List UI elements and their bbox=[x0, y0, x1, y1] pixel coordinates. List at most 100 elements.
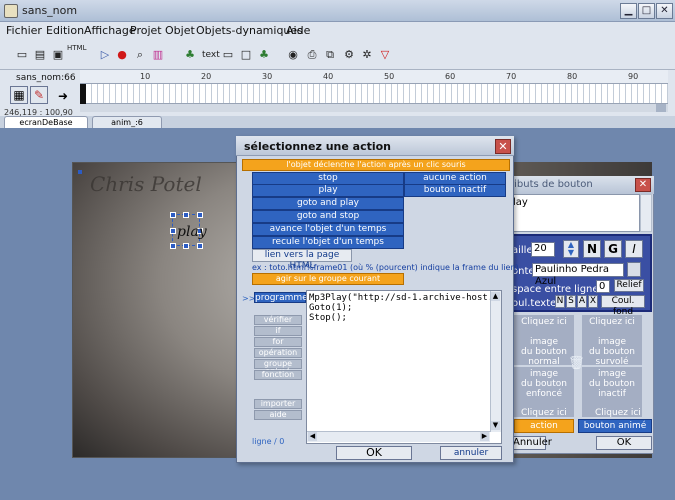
menu-projet[interactable]: Projet bbox=[130, 24, 162, 37]
code-horizontal-scrollbar[interactable] bbox=[307, 431, 490, 442]
tools-icon[interactable]: ✎ bbox=[30, 86, 48, 104]
size-stepper[interactable]: ▲ ▼ bbox=[563, 240, 579, 258]
open-folder-icon[interactable]: ▤ bbox=[32, 47, 48, 63]
tab-anim[interactable]: anim_:6 bbox=[92, 116, 162, 128]
settings-icon[interactable]: ✲ bbox=[359, 47, 375, 63]
zoom-icon[interactable]: ⌕ bbox=[132, 47, 148, 63]
color-s-button[interactable]: S bbox=[566, 295, 576, 308]
code-vertical-scrollbar[interactable] bbox=[490, 291, 501, 432]
program-button[interactable]: programmer bbox=[254, 292, 311, 303]
background-color-button[interactable]: Coul. fond bbox=[601, 295, 645, 317]
action-forward-frame-button[interactable]: avance l'objet d'un temps bbox=[252, 223, 404, 236]
dialog-cancel-button[interactable]: annuler bbox=[440, 446, 502, 460]
square-icon[interactable]: □ bbox=[238, 47, 254, 63]
if-button[interactable]: if bbox=[254, 326, 302, 336]
timeline-scrollbar[interactable] bbox=[80, 104, 668, 112]
ruler-number: 10 bbox=[140, 72, 151, 81]
group-action-bar[interactable]: agir sur le groupe courant bbox=[252, 273, 404, 285]
frames-icon[interactable]: ▦ bbox=[10, 86, 28, 104]
state-normal-l2: du bouton bbox=[521, 347, 567, 357]
menu-objet[interactable]: Objet bbox=[165, 24, 195, 37]
function-button[interactable]: fonction bbox=[254, 370, 302, 380]
tab-ecran-de-base[interactable]: ecranDeBase bbox=[4, 116, 88, 128]
action-button[interactable]: action bbox=[514, 419, 574, 433]
color-a-button[interactable]: A bbox=[577, 295, 587, 308]
size-field[interactable]: 20 bbox=[531, 242, 555, 257]
record-icon[interactable]: ● bbox=[114, 47, 130, 63]
scroll-right-arrow[interactable] bbox=[656, 104, 666, 112]
menu-fichier[interactable]: Fichier bbox=[6, 24, 42, 37]
action-play-button[interactable]: play bbox=[252, 184, 404, 197]
dialog-close-button[interactable]: ✕ bbox=[495, 139, 511, 154]
for-button[interactable]: for bbox=[254, 337, 302, 347]
action-goto-and-play-button[interactable]: goto and play bbox=[252, 197, 404, 210]
maximize-button[interactable]: □ bbox=[638, 3, 655, 19]
bold-n-button[interactable]: N bbox=[583, 240, 601, 258]
scroll-right-icon[interactable]: ▶ bbox=[480, 432, 489, 441]
animated-button-button[interactable]: bouton animé bbox=[578, 419, 652, 433]
signature-text: Chris Potel bbox=[90, 172, 202, 196]
palette-icon[interactable]: ▥ bbox=[150, 47, 166, 63]
html-export-icon[interactable]: HTML bbox=[67, 44, 86, 52]
new-file-icon[interactable]: ▭ bbox=[14, 47, 30, 63]
font-color-swatch[interactable] bbox=[627, 262, 641, 277]
scroll-up-icon[interactable]: ▲ bbox=[491, 292, 500, 301]
attributes-close-button[interactable]: ✕ bbox=[635, 178, 651, 192]
color-n-button[interactable]: N bbox=[555, 295, 565, 308]
gear-icon[interactable]: ⚙ bbox=[341, 47, 357, 63]
group-icon[interactable]: ♣ bbox=[256, 47, 272, 63]
print-icon[interactable]: ⎙ bbox=[304, 47, 320, 63]
animated-group-button[interactable]: groupe animé bbox=[254, 359, 302, 376]
resize-handle[interactable] bbox=[170, 243, 176, 249]
resize-handle[interactable] bbox=[183, 243, 189, 249]
resize-handle[interactable] bbox=[183, 212, 189, 218]
attributes-cancel-button[interactable]: Annuler bbox=[512, 436, 552, 450]
resize-handle[interactable] bbox=[197, 212, 203, 218]
verify-button[interactable]: vérifier bbox=[254, 315, 302, 325]
menu-edition[interactable]: Edition bbox=[46, 24, 84, 37]
trash-icon[interactable]: 🗑 bbox=[568, 356, 585, 371]
relief-button[interactable]: Relief bbox=[614, 279, 644, 292]
resize-handle[interactable] bbox=[170, 212, 176, 218]
save-icon[interactable]: ▣ bbox=[50, 47, 66, 63]
menu-affichage[interactable]: Affichage bbox=[84, 24, 136, 37]
help-button[interactable]: aide bbox=[254, 410, 302, 420]
state-pressed-l2: du bouton bbox=[521, 379, 567, 389]
button-text-field[interactable]: lay bbox=[510, 194, 640, 232]
resize-handle[interactable] bbox=[197, 243, 203, 249]
eye-icon[interactable]: ◉ bbox=[285, 47, 301, 63]
italic-button[interactable]: I bbox=[625, 240, 643, 258]
filter-icon[interactable]: ▽ bbox=[377, 47, 393, 63]
attributes-ok-button[interactable]: OK bbox=[596, 436, 652, 450]
scene-label: sans_nom:66 bbox=[16, 73, 76, 83]
scroll-down-icon[interactable]: ▼ bbox=[491, 421, 500, 430]
import-button[interactable]: importer bbox=[254, 399, 302, 409]
scroll-left-icon[interactable]: ◀ bbox=[308, 432, 317, 441]
operation-button[interactable]: opération bbox=[254, 348, 302, 358]
copy-icon[interactable]: ⧉ bbox=[322, 47, 338, 63]
menu-aide[interactable]: Aide bbox=[286, 24, 310, 37]
action-goto-and-stop-button[interactable]: goto and stop bbox=[252, 210, 404, 223]
keyframe-marker[interactable] bbox=[80, 84, 86, 104]
state-hover-cell[interactable]: Cliquez ici image du bouton survolé bbox=[582, 315, 642, 367]
color-x-button[interactable]: X bbox=[588, 295, 598, 308]
code-editor[interactable]: Mp3Play("http://sd-1.archive-host.com/me… bbox=[306, 290, 502, 444]
text-scrollbar[interactable] bbox=[640, 194, 652, 232]
action-inactive-button[interactable]: bouton inactif bbox=[404, 184, 506, 197]
add-object-icon[interactable]: ♣ bbox=[182, 47, 198, 63]
play-icon[interactable]: ▷ bbox=[97, 47, 113, 63]
action-backward-frame-button[interactable]: recule l'objet d'un temps bbox=[252, 236, 404, 249]
state-normal-click: Cliquez ici bbox=[521, 317, 567, 327]
minimize-button[interactable]: ▁ bbox=[620, 3, 637, 19]
rectangle-icon[interactable]: ▭ bbox=[220, 47, 236, 63]
resize-handle[interactable] bbox=[170, 228, 176, 234]
state-normal-cell[interactable]: Cliquez ici image du bouton normal bbox=[514, 315, 574, 367]
timeline-frames[interactable] bbox=[80, 84, 668, 104]
close-button[interactable]: ✕ bbox=[656, 3, 673, 19]
line-spacing-field[interactable]: 0 bbox=[596, 280, 610, 293]
html-link-button[interactable]: lien vers la page HTML bbox=[252, 249, 352, 271]
bold-g-button[interactable]: G bbox=[604, 240, 622, 258]
font-field[interactable]: Paulinho Pedra Azul bbox=[532, 263, 624, 287]
dialog-ok-button[interactable]: OK bbox=[336, 446, 412, 460]
text-tool[interactable]: text bbox=[202, 50, 220, 60]
